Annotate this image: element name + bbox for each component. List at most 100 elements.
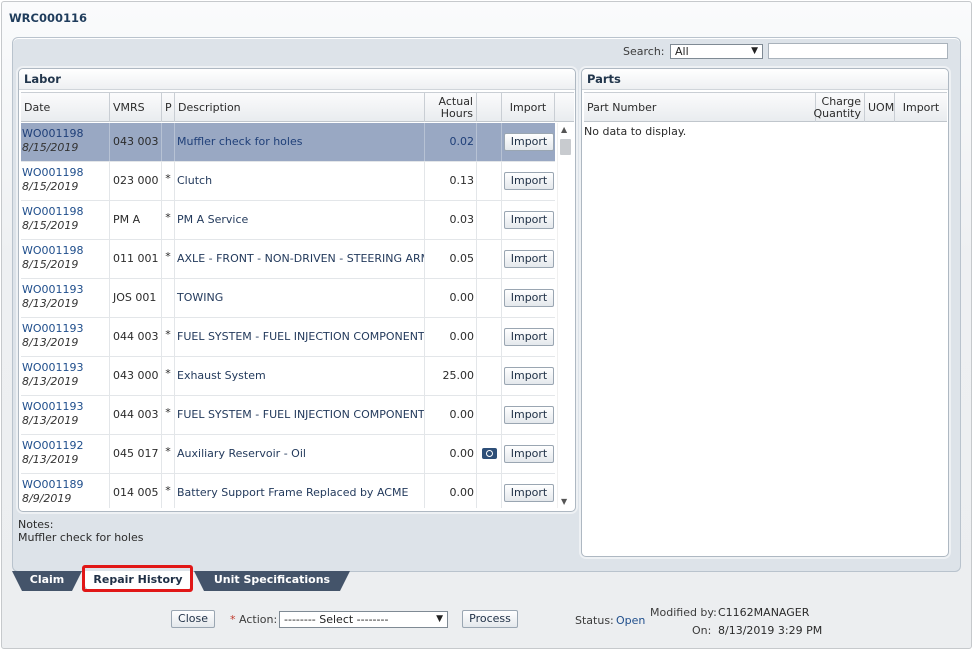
work-order-link[interactable]: WO001193 <box>22 361 109 375</box>
row-date: 8/13/2019 <box>22 336 79 349</box>
table-row[interactable]: WO001198 8/15/2019 011 001 * AXLE - FRONT - … <box>21 240 555 279</box>
camera-icon[interactable] <box>482 448 497 459</box>
import-button[interactable]: Import <box>504 328 554 346</box>
row-import-cell: Import <box>502 318 555 356</box>
row-actual-hours: 0.00 <box>425 318 477 356</box>
action-label: * Action: <box>230 613 277 626</box>
row-date-cell: WO001193 8/13/2019 <box>21 396 110 434</box>
search-label: Search: <box>623 45 665 58</box>
dropdown-arrow-icon: ▼ <box>436 614 443 624</box>
table-row[interactable]: WO001192 8/13/2019 045 017 * Auxiliary Reser… <box>21 435 555 474</box>
row-date: 8/9/2019 <box>22 492 72 505</box>
row-icon-cell <box>477 201 502 239</box>
table-row[interactable]: WO001193 8/13/2019 JOS 001 TOWING 0.00 Import <box>21 279 555 318</box>
action-select[interactable]: -------- Select -------- ▼ <box>279 611 448 628</box>
import-button[interactable]: Import <box>504 172 554 190</box>
col-parts-import: Import <box>902 101 940 114</box>
row-actual-hours: 0.00 <box>425 435 477 473</box>
scroll-down-icon[interactable]: ▼ <box>561 497 567 506</box>
work-order-link[interactable]: WO001192 <box>22 439 109 453</box>
row-description: Exhaust System <box>175 357 425 395</box>
labor-grid-header: Date VMRS P Description Actual Hours Impo… <box>21 92 574 122</box>
close-button[interactable]: Close <box>171 610 215 628</box>
row-description: TOWING <box>175 279 425 317</box>
import-button[interactable]: Import <box>504 133 554 151</box>
highlight-box <box>82 565 193 592</box>
col-part-number[interactable]: Part Number <box>584 93 816 122</box>
work-order-link[interactable]: WO001189 <box>22 478 109 492</box>
import-button[interactable]: Import <box>504 445 554 463</box>
tab-unit-specifications[interactable]: Unit Specifications <box>194 571 350 591</box>
row-p <box>162 279 175 317</box>
row-date: 8/13/2019 <box>22 453 79 466</box>
row-icon-cell <box>477 162 502 200</box>
work-order-link[interactable]: WO001193 <box>22 283 109 297</box>
row-vmrs: 043 003 <box>110 123 162 161</box>
table-row[interactable]: WO001193 8/13/2019 044 003 * FUEL SYSTEM - F… <box>21 318 555 357</box>
required-marker: * <box>230 613 236 626</box>
status-value: Open <box>616 614 646 627</box>
col-vmrs[interactable]: VMRS <box>110 93 162 122</box>
table-row[interactable]: WO001198 8/15/2019 PM A * PM A Service 0.03 Im… <box>21 201 555 240</box>
row-description: FUEL SYSTEM - FUEL INJECTION COMPONENTS … <box>175 318 425 356</box>
window-title: WRC000116 <box>9 11 87 25</box>
row-p <box>162 123 175 161</box>
work-order-link[interactable]: WO001198 <box>22 127 109 141</box>
labor-scrollbar[interactable]: ▲ ▼ <box>557 123 572 508</box>
work-order-link[interactable]: WO001198 <box>22 205 109 219</box>
col-description[interactable]: Description <box>175 93 425 122</box>
search-scope-value: All <box>675 45 689 58</box>
col-p[interactable]: P <box>162 93 175 122</box>
parts-grid-header: Part Number Charge Quantity UOM Import <box>584 92 947 122</box>
row-date: 8/15/2019 <box>22 258 79 271</box>
row-icon-cell <box>477 318 502 356</box>
import-button[interactable]: Import <box>504 406 554 424</box>
row-date: 8/15/2019 <box>22 219 79 232</box>
scroll-up-icon[interactable]: ▲ <box>561 125 567 134</box>
search-scope-select[interactable]: All ▼ <box>670 44 763 59</box>
work-order-link[interactable]: WO001198 <box>22 244 109 258</box>
work-order-link[interactable]: WO001193 <box>22 322 109 336</box>
row-icon-cell <box>477 123 502 161</box>
row-import-cell: Import <box>502 162 555 200</box>
col-actual-hours-line2: Hours <box>440 106 473 120</box>
status-label: Status: <box>575 614 614 627</box>
action-label-text: Action: <box>239 613 278 626</box>
row-vmrs: 045 017 <box>110 435 162 473</box>
row-p: * <box>162 474 175 508</box>
row-vmrs: 014 005 <box>110 474 162 508</box>
work-order-link[interactable]: WO001198 <box>22 166 109 180</box>
row-icon-cell <box>477 357 502 395</box>
row-actual-hours: 0.00 <box>425 474 477 508</box>
col-date[interactable]: Date <box>21 93 110 122</box>
import-button[interactable]: Import <box>504 367 554 385</box>
table-row[interactable]: WO001198 8/15/2019 023 000 * Clutch 0.13 Impor… <box>21 162 555 201</box>
table-row[interactable]: WO001189 8/9/2019 014 005 * Battery Support … <box>21 474 555 508</box>
scroll-thumb[interactable] <box>560 139 571 155</box>
modified-by-value: C1162MANAGER <box>718 606 810 619</box>
row-date: 8/15/2019 <box>22 180 79 193</box>
import-button[interactable]: Import <box>504 484 554 502</box>
tab-claim[interactable]: Claim <box>12 571 82 591</box>
import-button[interactable]: Import <box>504 250 554 268</box>
col-uom[interactable]: UOM <box>865 93 895 122</box>
work-order-link[interactable]: WO001193 <box>22 400 109 414</box>
table-row[interactable]: WO001193 8/13/2019 044 003 * FUEL SYSTEM - F… <box>21 396 555 435</box>
parts-panel: Parts Part Number Charge Quantity UOM Imp… <box>581 68 949 557</box>
row-vmrs: 011 001 <box>110 240 162 278</box>
row-p: * <box>162 435 175 473</box>
search-input[interactable] <box>768 43 948 59</box>
import-button[interactable]: Import <box>504 211 554 229</box>
row-p: * <box>162 162 175 200</box>
col-charge-quantity[interactable]: Charge Quantity <box>813 93 865 122</box>
table-row[interactable]: WO001198 8/15/2019 043 003 Muffler check fo… <box>21 123 555 162</box>
row-p: * <box>162 201 175 239</box>
col-actual-hours[interactable]: Actual Hours <box>425 93 477 122</box>
import-button[interactable]: Import <box>504 289 554 307</box>
row-actual-hours: 0.05 <box>425 240 477 278</box>
table-row[interactable]: WO001193 8/13/2019 043 000 * Exhaust System 2… <box>21 357 555 396</box>
process-button[interactable]: Process <box>462 610 518 628</box>
row-actual-hours: 0.13 <box>425 162 477 200</box>
row-import-cell: Import <box>502 279 555 317</box>
row-date: 8/13/2019 <box>22 414 79 427</box>
